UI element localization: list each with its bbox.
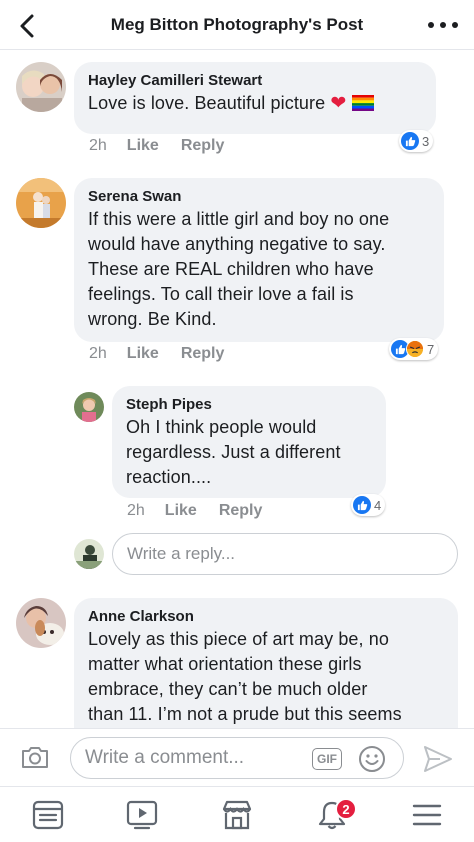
comment-timestamp: 2h: [127, 502, 145, 519]
comment-text-line: Oh I think people would: [126, 417, 317, 437]
camera-icon[interactable]: [20, 743, 50, 771]
comment-text-line: Lovely as this piece of art may be, no: [88, 629, 389, 649]
comment-text-line: reaction....: [126, 467, 212, 487]
avatar[interactable]: [16, 178, 66, 228]
reaction-summary[interactable]: 7: [389, 338, 439, 360]
bottom-tab-bar: [0, 786, 474, 842]
comment-author[interactable]: Serena Swan: [88, 187, 430, 207]
comment-text-line: matter what orientation these girls: [88, 654, 362, 674]
reply-input[interactable]: Write a reply...: [112, 533, 458, 575]
comment-author[interactable]: Anne Clarkson: [88, 607, 444, 627]
comment-input[interactable]: Write a comment...: [70, 737, 404, 779]
like-button[interactable]: Like: [165, 502, 197, 520]
comment-actions: 2h Like Reply: [89, 345, 246, 363]
comment-actions: 2h Like Reply: [89, 137, 246, 155]
watch-icon[interactable]: [125, 799, 159, 831]
reply-bubble[interactable]: Steph Pipes Oh I think people would rega…: [112, 386, 386, 498]
reaction-count: 7: [427, 341, 435, 357]
comment-author[interactable]: Steph Pipes: [126, 395, 372, 415]
notifications-badge: 2: [335, 798, 357, 820]
reaction-count: 3: [422, 133, 430, 149]
comment-text-line: These are REAL children who have: [88, 259, 374, 279]
like-reaction-icon: [353, 496, 371, 514]
comment-author[interactable]: Hayley Camilleri Stewart: [88, 71, 422, 91]
top-bar: Meg Bitton Photography's Post: [0, 0, 474, 50]
comment-text-line: If this were a little girl and boy no on…: [88, 209, 390, 229]
comment-bubble[interactable]: Serena Swan If this were a little girl a…: [74, 178, 444, 342]
comment-timestamp: 2h: [89, 345, 107, 362]
reaction-summary[interactable]: 3: [399, 130, 434, 152]
marketplace-icon[interactable]: [220, 799, 254, 831]
more-dots-icon[interactable]: [428, 14, 458, 36]
back-arrow-icon[interactable]: [14, 12, 42, 40]
post-comments-screen: Meg Bitton Photography's Post Hayley Cam…: [0, 0, 474, 842]
comment-timestamp: 2h: [89, 137, 107, 154]
avatar[interactable]: [16, 598, 66, 648]
reply-button[interactable]: Reply: [181, 137, 225, 155]
like-button[interactable]: Like: [127, 345, 159, 363]
comment-text-line: embrace, they can’t be much older: [88, 679, 368, 699]
reaction-count: 4: [374, 497, 382, 513]
menu-icon[interactable]: [410, 799, 444, 831]
smiley-icon[interactable]: [358, 745, 386, 773]
page-title: Meg Bitton Photography's Post: [110, 14, 364, 34]
comment-text-line: than 11. I’m not a prude but this seems: [88, 704, 402, 724]
reaction-summary[interactable]: 4: [351, 494, 386, 516]
comment-text: Love is love. Beautiful picture ❤: [88, 91, 422, 116]
comment-text-line: would have anything negative to say.: [88, 234, 386, 254]
reply-button[interactable]: Reply: [219, 502, 263, 520]
avatar[interactable]: [74, 392, 104, 422]
comment-text-line: regardless. Just a different: [126, 442, 341, 462]
comment-text-line: feelings. To call their love a fail is: [88, 284, 354, 304]
news-feed-icon[interactable]: [31, 799, 65, 831]
comment-text-line: wrong. Be Kind.: [88, 309, 217, 329]
my-avatar: [74, 539, 104, 569]
gif-button[interactable]: GIF: [312, 748, 342, 770]
avatar[interactable]: [16, 62, 66, 112]
rainbow-flag-icon: [352, 95, 375, 111]
like-reaction-icon: [401, 132, 419, 150]
heart-emoji-icon: ❤: [330, 93, 347, 114]
comment-composer: Write a comment... GIF: [0, 728, 474, 786]
send-icon[interactable]: [422, 744, 454, 774]
like-button[interactable]: Like: [127, 137, 159, 155]
angry-reaction-icon: [406, 340, 424, 358]
comment-bubble[interactable]: Hayley Camilleri Stewart Love is love. B…: [74, 62, 436, 134]
comment-actions: 2h Like Reply: [127, 502, 284, 520]
comment-list[interactable]: Hayley Camilleri Stewart Love is love. B…: [0, 50, 474, 728]
reply-button[interactable]: Reply: [181, 345, 225, 363]
comment-bubble[interactable]: Anne Clarkson Lovely as this piece of ar…: [74, 598, 458, 728]
